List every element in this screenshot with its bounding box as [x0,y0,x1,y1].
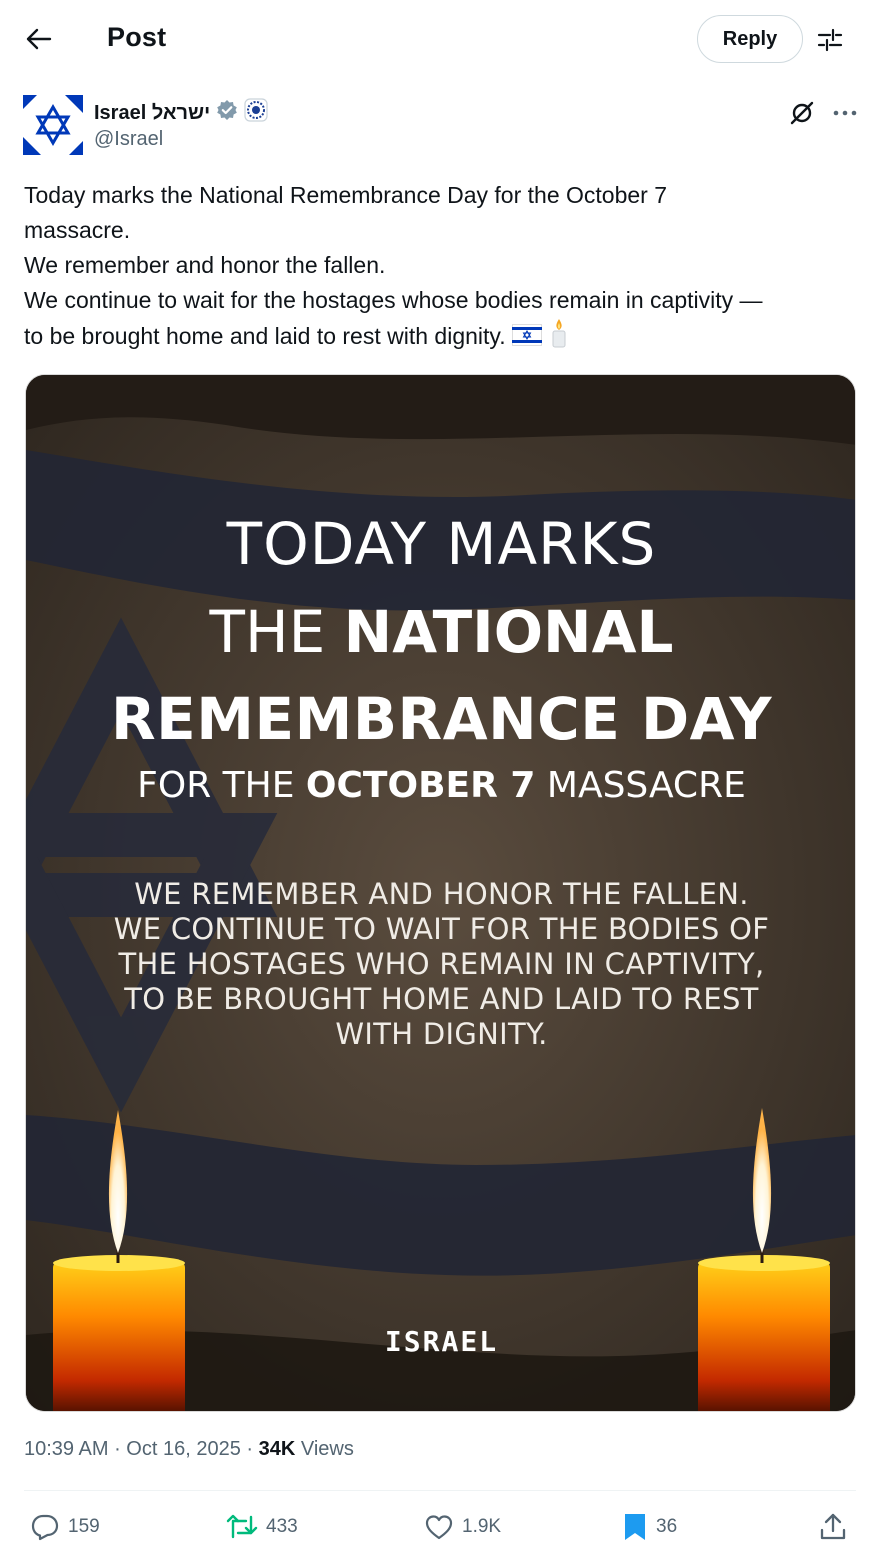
reply-count: 159 [68,1516,100,1537]
repost-icon [226,1514,258,1539]
repost-action[interactable]: 433 [226,1505,298,1549]
image-body-line: WE REMEMBER AND HONOR THE FALLEN. [134,877,749,911]
action-bar: 159 433 1.9K 36 [0,1505,880,1549]
post-text: Today marks the National Remembrance Day… [24,178,864,358]
image-headline-2-light: THE [209,598,344,666]
post-line: to be brought home and laid to rest with… [24,323,506,350]
post-line: massacre. [24,217,131,243]
post-date[interactable]: Oct 16, 2025 [126,1438,241,1460]
image-headline-1: TODAY MARKS [226,510,657,578]
image-body-text: WE REMEMBER AND HONOR THE FALLEN. WE CON… [66,877,817,1052]
post-line: We continue to wait for the hostages who… [24,287,763,313]
image-headline-2: THE NATIONAL [26,598,855,666]
back-arrow-icon[interactable] [22,22,56,56]
author-name-row[interactable]: Israel ישראל [94,98,268,128]
image-body-line: WITH DIGNITY. [335,1017,548,1051]
share-icon [820,1513,846,1540]
divider [24,1490,856,1491]
top-bar: Post Reply [0,0,880,80]
reply-button[interactable]: Reply [697,15,803,63]
image-headline-4-a: FOR THE [137,765,306,806]
like-count: 1.9K [462,1516,502,1537]
views-count: 34K [258,1438,296,1460]
bookmark-icon [625,1514,645,1540]
reply-action[interactable]: 159 [30,1505,100,1549]
author-name[interactable]: Israel ישראל [94,102,210,125]
image-headline-4-b: MASSACRE [535,765,746,806]
avatar[interactable] [23,95,83,155]
meta-separator: · [246,1438,259,1460]
candle-emoji [548,318,570,358]
sliders-icon[interactable] [812,22,848,58]
post-image[interactable]: TODAY MARKS THE NATIONAL REMEMBRANCE DAY… [25,374,856,1412]
israel-flag-emoji [511,321,542,356]
post-time[interactable]: 10:39 AM [24,1438,109,1460]
like-action[interactable]: 1.9K [424,1505,501,1549]
government-emblem-icon [244,98,268,128]
image-body-line: THE HOSTAGES WHO REMAIN IN CAPTIVITY, [118,947,765,981]
meta-separator: · [114,1438,127,1460]
repost-count: 433 [266,1516,298,1537]
grok-icon[interactable] [787,98,817,128]
image-headline-4: FOR THE OCTOBER 7 MASSACRE [26,765,855,806]
verified-badge-icon [216,99,238,127]
image-headline-2-bold: NATIONAL [343,598,674,666]
post-line: We remember and honor the fallen. [24,252,386,278]
page-title: Post [107,22,167,52]
bookmark-action[interactable]: 36 [622,1505,677,1549]
image-body-line: TO BE BROUGHT HOME AND LAID TO REST [124,982,759,1016]
post-line-last: to be brought home and laid to rest with… [24,318,864,358]
heart-icon [425,1515,453,1540]
image-headline-4-bold: OCTOBER 7 [305,765,536,806]
reply-icon [31,1514,59,1541]
image-body-line: WE CONTINUE TO WAIT FOR THE BODIES OF [113,912,770,946]
author-handle[interactable]: @Israel [94,128,163,151]
post-meta: 10:39 AM · Oct 16, 2025 · 34K Views [24,1438,354,1461]
bookmark-count: 36 [656,1516,678,1537]
share-action[interactable] [818,1505,848,1549]
post-line: Today marks the National Remembrance Day… [24,182,668,208]
israel-logo: ISRAEL [384,1325,499,1358]
image-headline-3: REMEMBRANCE DAY [111,685,772,753]
views-label: Views [300,1438,354,1460]
more-options-icon[interactable] [830,98,860,128]
